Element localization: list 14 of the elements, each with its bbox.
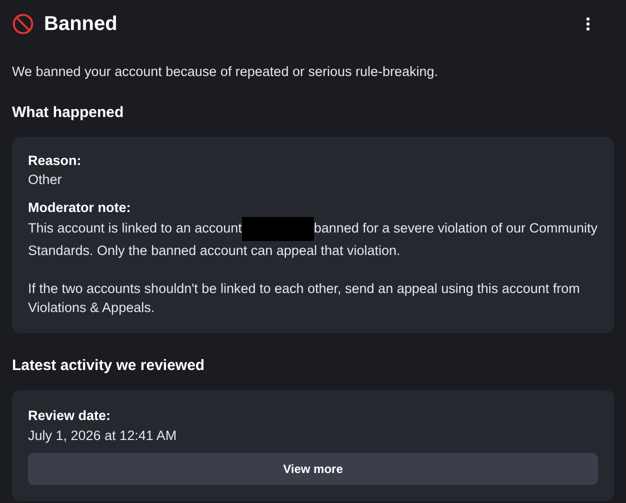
prohibited-icon <box>12 13 34 35</box>
more-options-icon <box>586 17 590 31</box>
review-date: July 1, 2026 at 12:41 AM <box>28 427 178 446</box>
appeal-instructions: If the two accounts shouldn't be linked to each other, send an appeal using this account from Violations & Appeals. <box>28 280 581 317</box>
review-date-label: Review date: <box>28 407 112 426</box>
section-heading: Latest activity we reviewed <box>12 356 206 376</box>
section-heading: What happened <box>12 103 125 124</box>
page-title: Banned <box>44 12 118 37</box>
moderator-note: This account is linked to an account banned for a severe violation of our Community Standards. Only the banned account can appeal that violation. <box>28 216 598 260</box>
view-more-button[interactable]: View more <box>28 453 598 486</box>
reason-value: Other <box>28 170 63 189</box>
moderator-note-label: Moderator note: <box>28 198 132 217</box>
reason-label: Reason: <box>28 152 82 170</box>
ban-summary: We banned your account because of repeated or serious rule-breaking. <box>12 63 440 81</box>
